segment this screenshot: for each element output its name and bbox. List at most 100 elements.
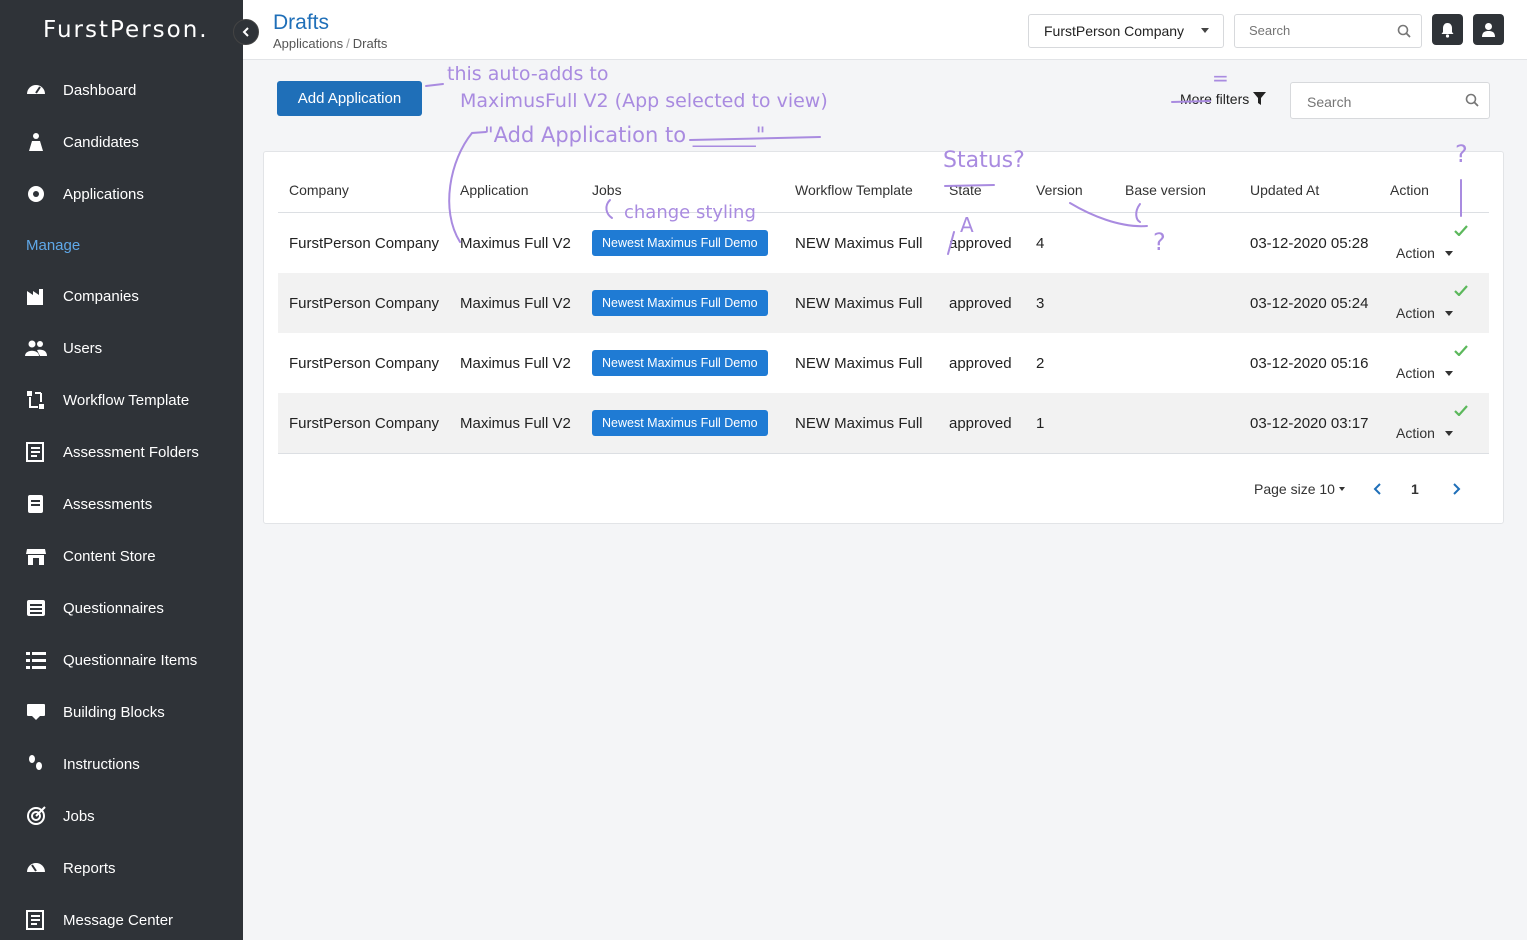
current-page[interactable]: 1 [1411, 481, 1419, 497]
column-header-action[interactable]: Action [1390, 182, 1429, 198]
job-tag[interactable]: Newest Maximus Full Demo [592, 410, 768, 436]
reports-icon [25, 857, 47, 879]
users-icon [25, 337, 47, 359]
profile-button[interactable] [1473, 14, 1504, 45]
next-page-icon[interactable] [1451, 483, 1461, 495]
sidebar-item-label: Dashboard [63, 81, 137, 99]
table-row[interactable]: FurstPerson Company Maximus Full V2 NEW Ma… [278, 333, 1489, 393]
job-tag[interactable]: Newest Maximus Full Demo [592, 230, 768, 256]
sidebar-item-label: Applications [63, 185, 144, 203]
column-header-base-version[interactable]: Base version [1125, 182, 1206, 198]
filter-icon [1253, 92, 1267, 105]
sidebar-item-building-blocks[interactable]: Building Blocks [0, 692, 243, 732]
sidebar-item-companies[interactable]: Companies [0, 276, 243, 316]
cell-application: Maximus Full V2 [460, 355, 571, 372]
search-icon[interactable] [1465, 93, 1479, 107]
sidebar-item-jobs[interactable]: Jobs [0, 796, 243, 836]
column-header-jobs[interactable]: Jobs [592, 182, 622, 198]
check-icon [1454, 225, 1468, 236]
check-icon [1454, 405, 1468, 416]
action-label: Action [1396, 365, 1435, 381]
sidebar-item-users[interactable]: Users [0, 328, 243, 368]
annotation-note-line2: MaximusFull V2 (App selected to view) [460, 90, 828, 112]
annotation-note-line1: this auto-adds to [447, 63, 608, 85]
table-row[interactable]: FurstPerson Company Maximus Full V2 NEW Ma… [278, 273, 1489, 333]
more-filters-button[interactable]: More filters [1180, 91, 1267, 107]
cell-company: FurstPerson Company [289, 295, 440, 312]
add-application-button[interactable]: Add Application [277, 81, 422, 116]
notifications-button[interactable] [1432, 14, 1463, 45]
caret-down-icon [1338, 487, 1345, 491]
cell-application: Maximus Full V2 [460, 235, 571, 252]
breadcrumb-applications[interactable]: Applications [273, 36, 343, 51]
table-search-input[interactable] [1305, 93, 1459, 111]
check-icon [1454, 285, 1468, 296]
header-search-input[interactable] [1247, 22, 1391, 39]
cell-state: approved [949, 235, 1012, 252]
cell-version: 2 [1036, 355, 1045, 372]
cell-company: FurstPerson Company [289, 415, 440, 432]
sidebar-item-dashboard[interactable]: Dashboard [0, 70, 243, 110]
sidebar-item-message-center[interactable]: Message Center [0, 900, 243, 940]
chevron-left-icon [242, 27, 249, 37]
column-header-state[interactable]: State [949, 182, 982, 198]
table-bottom-divider [278, 453, 1489, 454]
page-size-select[interactable]: Page size 10 [1254, 481, 1345, 497]
sidebar-item-label: Workflow Template [63, 391, 190, 409]
sidebar-item-assessments[interactable]: Assessments [0, 484, 243, 524]
sidebar-item-reports[interactable]: Reports [0, 848, 243, 888]
sidebar-item-content-store[interactable]: Content Store [0, 536, 243, 576]
caret-down-icon [1201, 28, 1209, 33]
sidebar: FurstPerson. Dashboard Candidates Applicat… [0, 0, 243, 940]
instructions-icon [25, 753, 47, 775]
cell-updated: 03-12-2020 03:17 [1250, 415, 1369, 432]
cell-application: Maximus Full V2 [460, 295, 571, 312]
annotation-note-line3: "Add Application to ______" [484, 123, 765, 148]
sidebar-item-instructions[interactable]: Instructions [0, 744, 243, 784]
sidebar-item-assessment-folders[interactable]: Assessment Folders [0, 432, 243, 472]
sidebar-item-label: Questionnaires [63, 599, 164, 617]
sidebar-item-candidates[interactable]: Candidates [0, 122, 243, 162]
cell-state: approved [949, 355, 1012, 372]
action-dropdown[interactable]: Action [1396, 425, 1453, 441]
column-header-workflow-template[interactable]: Workflow Template [795, 182, 913, 198]
prev-page-icon[interactable] [1373, 483, 1383, 495]
action-label: Action [1396, 425, 1435, 441]
job-tag[interactable]: Newest Maximus Full Demo [592, 290, 768, 316]
sidebar-item-applications[interactable]: Applications [0, 174, 243, 214]
column-header-company[interactable]: Company [289, 182, 349, 198]
table-row[interactable]: FurstPerson Company Maximus Full V2 NEW Ma… [278, 393, 1489, 453]
sidebar-item-label: Users [63, 339, 103, 357]
column-header-updated-at[interactable]: Updated At [1250, 182, 1319, 198]
action-dropdown[interactable]: Action [1396, 245, 1453, 261]
bell-icon [1441, 22, 1454, 38]
action-dropdown[interactable]: Action [1396, 365, 1453, 381]
company-select[interactable]: FurstPerson Company [1028, 14, 1224, 48]
job-tag[interactable]: Newest Maximus Full Demo [592, 350, 768, 376]
table-row[interactable]: FurstPerson Company Maximus Full V2 NEW Ma… [278, 213, 1489, 273]
cell-state: approved [949, 295, 1012, 312]
more-filters-label: More filters [1180, 91, 1250, 107]
target-icon [25, 805, 47, 827]
sidebar-item-questionnaires[interactable]: Questionnaires [0, 588, 243, 628]
action-dropdown[interactable]: Action [1396, 305, 1453, 321]
cell-company: FurstPerson Company [289, 355, 440, 372]
sidebar-item-label: Jobs [63, 807, 95, 825]
cell-workflow: NEW Maximus Full [795, 415, 923, 432]
cell-version: 1 [1036, 415, 1045, 432]
column-header-version[interactable]: Version [1036, 182, 1083, 198]
cell-version: 4 [1036, 235, 1045, 252]
cell-updated: 03-12-2020 05:28 [1250, 235, 1369, 252]
action-label: Action [1396, 305, 1435, 321]
companies-icon [25, 285, 47, 307]
furstperson-logo[interactable]: FurstPerson. [43, 17, 209, 43]
search-icon[interactable] [1397, 24, 1411, 38]
collapse-sidebar-button[interactable] [233, 19, 259, 45]
caret-down-icon [1444, 430, 1453, 436]
sidebar-item-label: Reports [63, 859, 116, 877]
sidebar-item-questionnaire-items[interactable]: Questionnaire Items [0, 640, 243, 680]
column-header-application[interactable]: Application [460, 182, 529, 198]
page-title: Drafts [273, 11, 330, 34]
sidebar-item-workflow-template[interactable]: Workflow Template [0, 380, 243, 420]
table-search [1290, 82, 1490, 119]
